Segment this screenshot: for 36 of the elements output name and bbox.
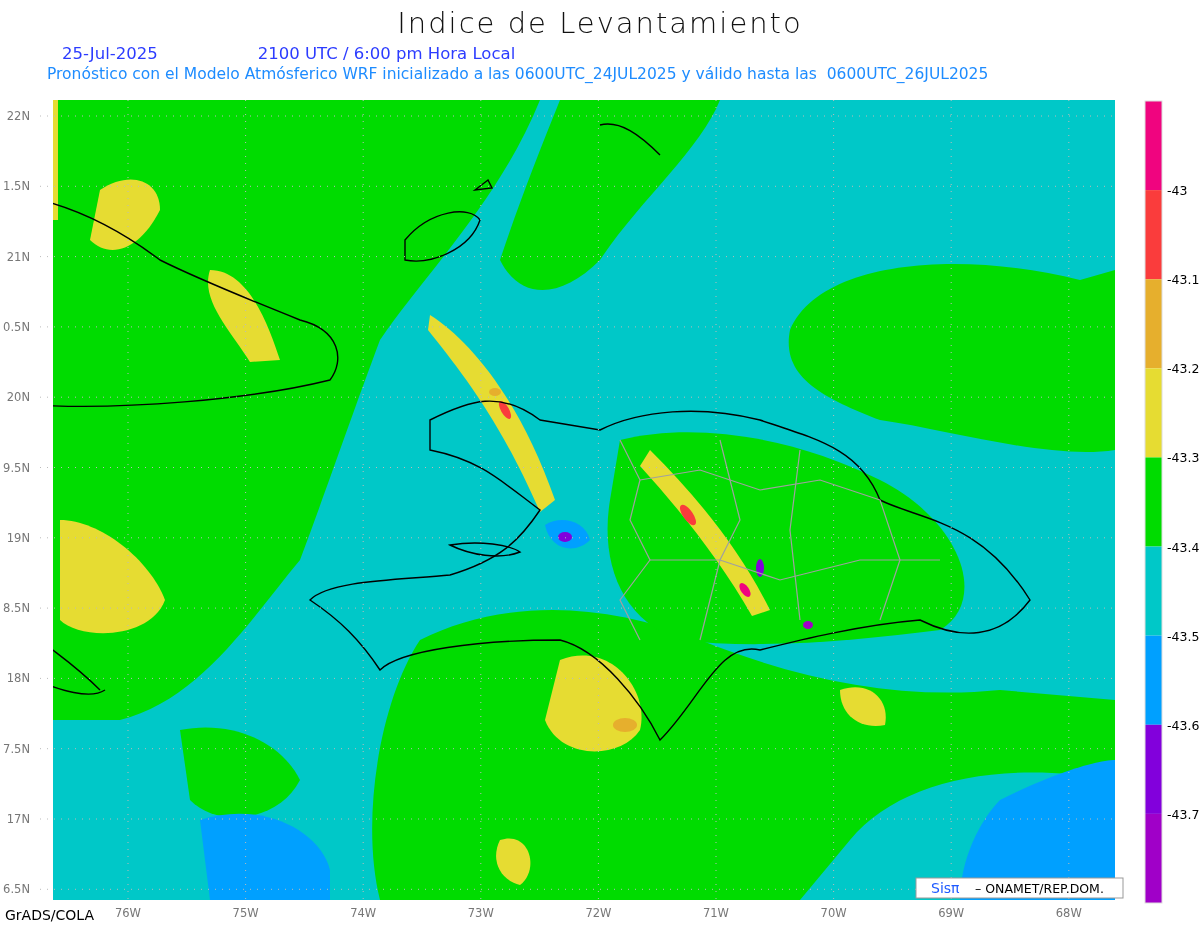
latitude-label: 21N (6, 249, 30, 264)
latitude-label: 17N (6, 812, 30, 826)
latitude-label: 18N (6, 671, 30, 686)
credit-text: – ONAMET/REP.DOM. (975, 881, 1104, 896)
map-title: Indice de Levantamiento (397, 5, 803, 42)
latitude-label: 22N (6, 109, 30, 123)
colorbar-label: -43.1 (1167, 272, 1200, 288)
credit-logo: Sisπ (931, 880, 960, 896)
longitude-label: 70W (820, 906, 847, 920)
latitude-label: 1.5N (3, 179, 30, 194)
colorbar-label: -43.4 (1167, 539, 1200, 555)
latitude-label: 0.5N (3, 319, 30, 334)
latitude-label: 6.5N (3, 882, 30, 897)
latitude-label: 9.5N (3, 460, 30, 475)
colorbar-label: -43.3 (1167, 450, 1200, 466)
forecast-time: 2100 UTC / 6:00 pm Hora Local (257, 43, 516, 63)
colorbar-label: -43.6 (1167, 717, 1200, 733)
longitude-label: 74W (350, 906, 377, 920)
colorbar-label: -43.2 (1167, 361, 1200, 377)
latitude-label: 8.5N (3, 601, 30, 616)
longitude-label: 75W (232, 906, 259, 920)
latitude-label: 7.5N (3, 741, 30, 756)
latitude-label: 20N (6, 390, 30, 405)
longitude-label: 73W (467, 906, 494, 920)
longitude-label: 71W (703, 906, 729, 920)
forecast-description: Pronóstico con el Modelo Atmósferico WRF inicializado a las 0600UTC_24JUL2025 y válido hasta las 0600UTC_26JUL2025 (46, 64, 990, 84)
forecast-date: 25-Jul-2025 (62, 43, 158, 63)
longitude-label: 72W (585, 906, 612, 920)
latitude-label: 19N (6, 530, 30, 545)
longitude-label: 76W (115, 906, 141, 920)
colorbar-label: -43.5 (1167, 628, 1200, 644)
colorbar-label: -43.7 (1167, 806, 1200, 822)
software-credit: GrADS/COLA (5, 907, 95, 923)
longitude-label: 68W (1055, 906, 1082, 920)
longitude-label: 69W (938, 906, 965, 920)
colorbar-label: -43 (1167, 183, 1188, 199)
